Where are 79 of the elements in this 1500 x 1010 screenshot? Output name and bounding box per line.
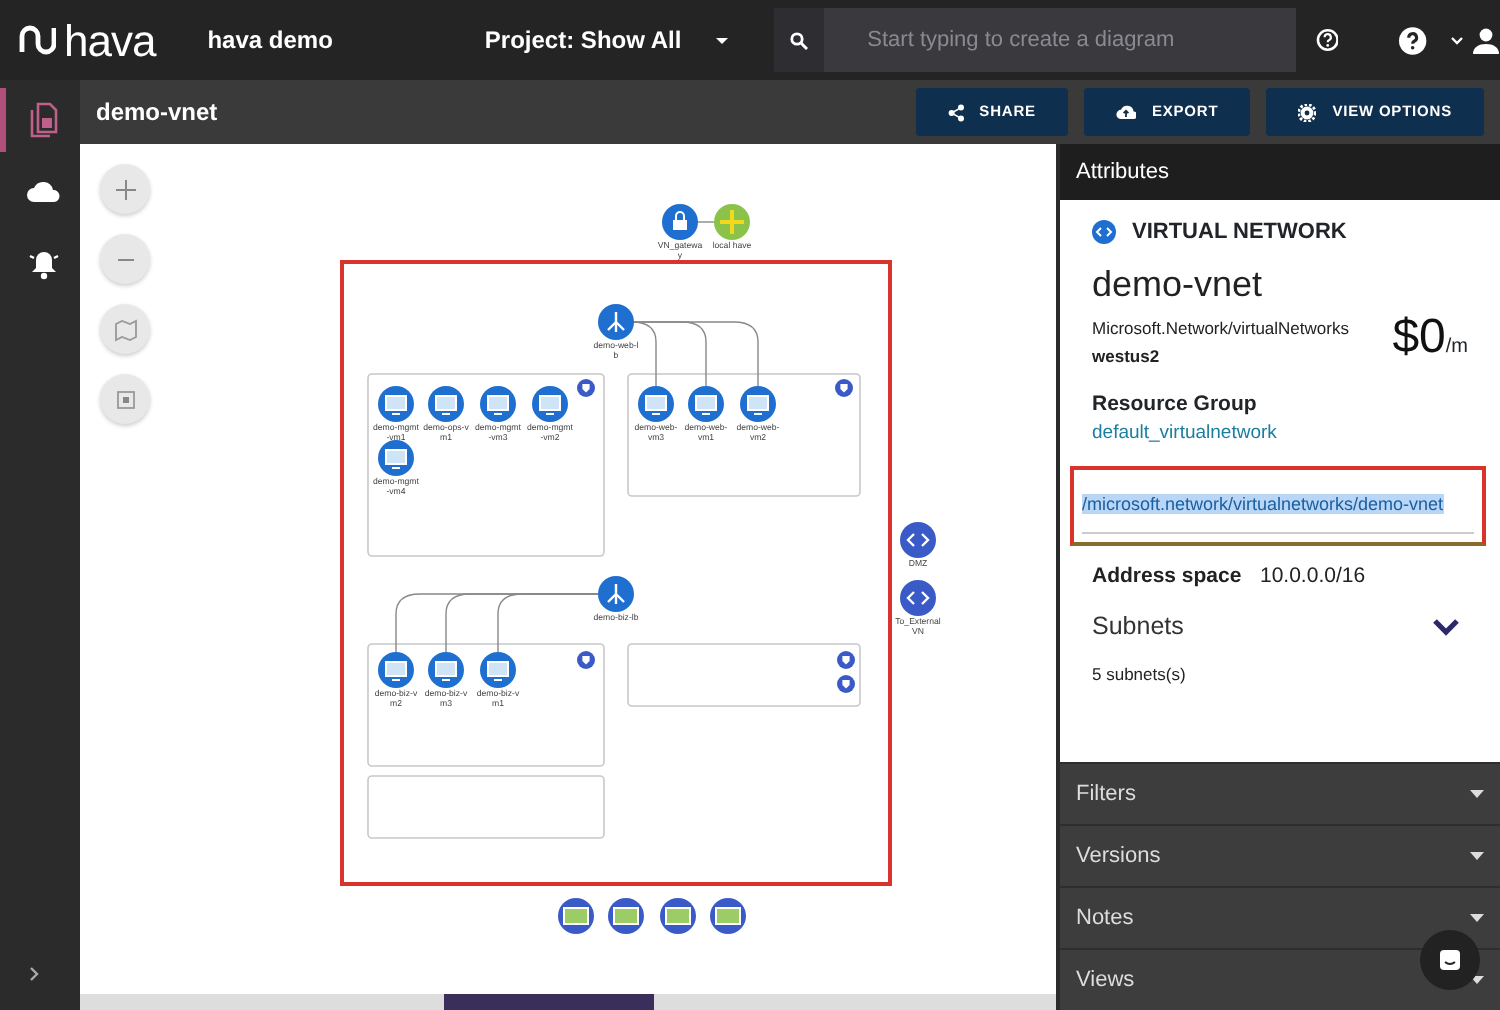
expand-icon[interactable] (28, 966, 40, 982)
cloud-upload-icon (1115, 104, 1136, 120)
search-button[interactable] (773, 8, 824, 72)
caret-icon (1450, 35, 1464, 45)
load-balancer-icon[interactable] (598, 304, 634, 340)
address-value: 10.0.0.0/16 (1260, 561, 1366, 591)
cost-unit: /m (1445, 333, 1468, 361)
field-label: Address space (1092, 561, 1244, 591)
storage-node-icon[interactable] (558, 898, 594, 934)
monitor-node-icon[interactable] (740, 386, 776, 422)
logo: hava (64, 13, 156, 69)
help-icon[interactable] (1315, 28, 1339, 52)
monitor-node-icon[interactable] (532, 386, 568, 422)
diagram-icon (29, 102, 57, 138)
center-icon (113, 387, 137, 411)
monitor-node-icon[interactable] (378, 386, 414, 422)
subnet-icon (577, 379, 595, 397)
gear-icon (1298, 103, 1317, 121)
network-node-icon[interactable] (900, 522, 936, 558)
subnet-icon (835, 379, 853, 397)
accordion-header[interactable]: Views (1060, 948, 1500, 1010)
storage-node-icon[interactable] (660, 898, 696, 934)
connector-line (697, 221, 715, 223)
zoom-in-icon (113, 177, 137, 201)
zoom-control[interactable] (100, 164, 150, 214)
storage-node-icon[interactable] (608, 898, 644, 934)
field-label: Resource Group (1092, 389, 1259, 419)
share-icon (947, 103, 964, 121)
monitor-node-icon[interactable] (688, 386, 724, 422)
subnets-label: Subnets (1092, 610, 1184, 645)
lock-node-icon[interactable] (662, 204, 698, 240)
bell-icon (25, 248, 61, 280)
chat-icon (1438, 948, 1462, 972)
network-icon (1092, 220, 1116, 245)
caret-icon (1470, 790, 1484, 798)
panel-title: Attributes (1076, 157, 1169, 188)
id-field[interactable]: /microsoft.network/virtualnetworks/demo-vnet (1070, 465, 1486, 545)
monitor-node-icon[interactable] (378, 440, 414, 476)
subnet-icon (837, 675, 855, 693)
storage-node-icon[interactable] (710, 898, 746, 934)
cost-value: $0 (1392, 307, 1446, 367)
zoom-control[interactable] (100, 304, 150, 354)
subnet-icon (577, 651, 595, 669)
search-field[interactable]: Start typing to create a diagram (823, 8, 1296, 72)
gateway-node-icon[interactable] (714, 204, 750, 240)
load-balancer-icon[interactable] (598, 576, 634, 612)
diagram-title: demo-vnet (96, 96, 218, 130)
map-icon (113, 317, 137, 341)
user-menu[interactable] (1450, 27, 1500, 53)
scrollbar-thumb[interactable] (444, 994, 654, 1010)
subnet-icon (837, 651, 855, 669)
resource-location: westus2 (1092, 343, 1162, 369)
monitor-node-icon[interactable] (428, 652, 464, 688)
user-icon (1472, 27, 1500, 53)
monitor-node-icon[interactable] (378, 652, 414, 688)
monitor-node-icon[interactable] (480, 652, 516, 688)
help-icon[interactable] (1398, 25, 1428, 55)
chevron-icon[interactable] (1432, 618, 1460, 637)
project-dropdown[interactable]: Project: Show All (472, 20, 742, 60)
resource-type: VIRTUAL NETWORK (1132, 218, 1347, 248)
zoom-control[interactable] (100, 374, 150, 424)
search-icon (789, 31, 808, 49)
resource-group-link[interactable]: default_virtualnetwork (1092, 420, 1468, 449)
accordion-header[interactable]: Versions (1060, 824, 1500, 886)
resource-path: Microsoft.Network/virtualNetworks (1092, 315, 1351, 341)
cloud-icon (25, 180, 61, 204)
logo-icon (16, 24, 56, 56)
monitor-node-icon[interactable] (428, 386, 464, 422)
monitor-node-icon[interactable] (638, 386, 674, 422)
network-node-icon[interactable] (900, 580, 936, 616)
caret-icon (1470, 914, 1484, 922)
subnets-count: 5 subnets(s) (1092, 662, 1188, 688)
accordion-header[interactable]: Filters (1060, 762, 1500, 824)
caret-icon (1470, 852, 1484, 860)
resource-name: demo-vnet (1092, 261, 1265, 307)
caret-icon (713, 35, 730, 45)
monitor-node-icon[interactable] (480, 386, 516, 422)
workspace-name: hava demo (207, 24, 333, 58)
accordion-header[interactable]: Notes (1060, 886, 1500, 948)
